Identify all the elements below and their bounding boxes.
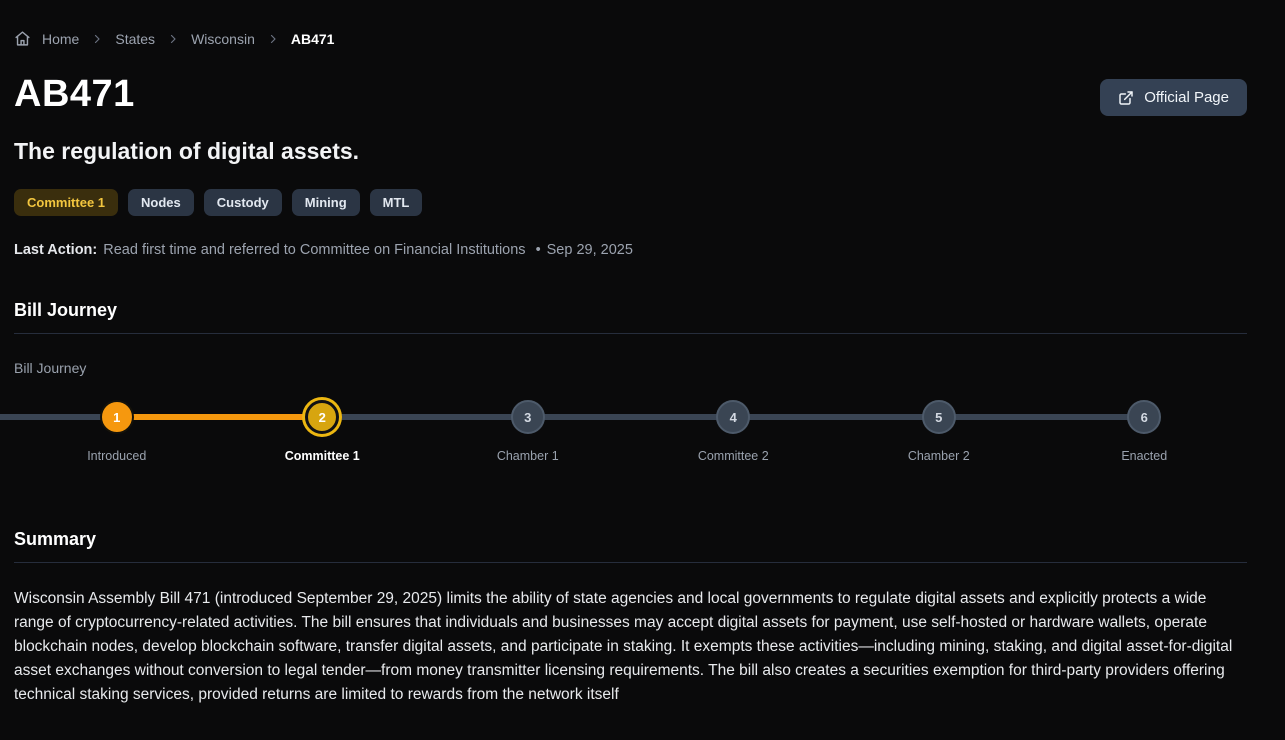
last-action-text: Read first time and referred to Committe…	[103, 242, 525, 258]
breadcrumb-label[interactable]: AB471	[291, 31, 335, 47]
section-divider	[14, 333, 1247, 334]
bill-journey-section: Bill Journey Bill Journey 1 Introduced 2…	[14, 300, 1247, 463]
home-icon	[14, 30, 31, 47]
journey-step-circle[interactable]: 3	[511, 400, 545, 434]
journey-step: 4 Committee 2	[631, 400, 837, 463]
journey-step: 3 Chamber 1	[425, 400, 631, 463]
breadcrumb-item[interactable]: Home	[14, 30, 79, 47]
tag-pill[interactable]: Nodes	[128, 189, 194, 216]
journey-step-label: Chamber 2	[908, 449, 970, 463]
journey-step-circle[interactable]: 4	[716, 400, 750, 434]
journey-step-label: Introduced	[87, 449, 146, 463]
section-divider	[14, 562, 1247, 563]
breadcrumb-item[interactable]: Wisconsin	[159, 31, 255, 47]
bill-journey-inner-label: Bill Journey	[14, 360, 1247, 376]
journey-step: 6 Enacted	[1042, 400, 1248, 463]
last-action-separator: •	[536, 242, 541, 258]
chevron-right-icon	[91, 33, 103, 45]
journey-step: 2 Committee 1	[220, 400, 426, 463]
journey-step-circle[interactable]: 5	[922, 400, 956, 434]
summary-text: Wisconsin Assembly Bill 471 (introduced …	[14, 587, 1247, 707]
journey-step-circle[interactable]: 1	[100, 400, 134, 434]
chevron-right-icon	[167, 33, 179, 45]
official-page-label: Official Page	[1144, 89, 1229, 106]
tag-pill[interactable]: Mining	[292, 189, 360, 216]
page-header: AB471 Official Page	[14, 73, 1247, 116]
journey-step-label: Committee 1	[285, 449, 360, 463]
breadcrumb-item[interactable]: AB471	[259, 31, 335, 47]
breadcrumb-label[interactable]: Wisconsin	[191, 31, 255, 47]
tag-pill[interactable]: Committee 1	[14, 189, 118, 216]
breadcrumb: Home States Wisconsin AB471	[14, 0, 1247, 47]
journey-step: 5 Chamber 2	[836, 400, 1042, 463]
journey-step-label: Committee 2	[698, 449, 769, 463]
external-link-icon	[1118, 90, 1134, 106]
chevron-right-icon	[267, 33, 279, 45]
last-action: Last Action: Read first time and referre…	[14, 242, 1247, 258]
last-action-label: Last Action:	[14, 242, 97, 258]
last-action-date: Sep 29, 2025	[547, 242, 633, 258]
breadcrumb-item[interactable]: States	[83, 31, 155, 47]
official-page-button[interactable]: Official Page	[1100, 79, 1247, 116]
bill-subtitle: The regulation of digital assets.	[14, 138, 1247, 165]
breadcrumb-label[interactable]: Home	[42, 31, 79, 47]
journey-step-label: Enacted	[1121, 449, 1167, 463]
journey-step-circle[interactable]: 6	[1127, 400, 1161, 434]
tag-pill[interactable]: Custody	[204, 189, 282, 216]
journey-step-circle[interactable]: 2	[305, 400, 339, 434]
bill-journey-stepper: 1 Introduced 2 Committee 1 3 Chamber 1 4…	[14, 400, 1247, 463]
summary-section: Summary Wisconsin Assembly Bill 471 (int…	[14, 529, 1247, 707]
tag-list: Committee 1 Nodes Custody Mining MTL	[14, 189, 1247, 216]
bill-journey-heading: Bill Journey	[14, 300, 1247, 321]
journey-step-label: Chamber 1	[497, 449, 559, 463]
tag-pill[interactable]: MTL	[370, 189, 423, 216]
breadcrumb-label[interactable]: States	[115, 31, 155, 47]
summary-heading: Summary	[14, 529, 1247, 550]
page-title: AB471	[14, 73, 135, 116]
journey-step: 1 Introduced	[14, 400, 220, 463]
